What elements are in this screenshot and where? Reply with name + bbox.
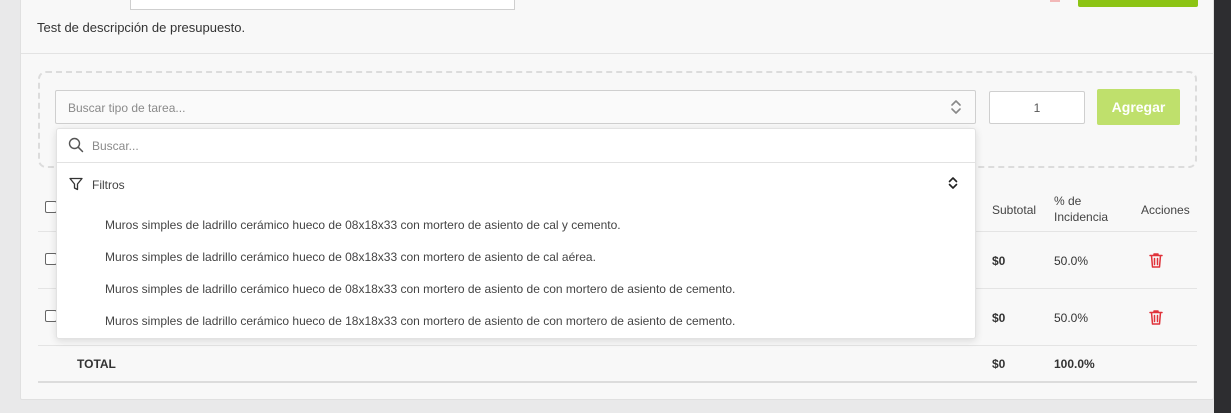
delete-icon[interactable] (1050, 0, 1060, 2)
trash-icon[interactable] (1147, 308, 1165, 326)
total-subtotal: $0 (992, 357, 1006, 371)
column-header-subtotal: Subtotal (992, 203, 1037, 217)
row-subtotal: $0 (992, 254, 1006, 268)
row-incidence: 50.0% (1054, 311, 1089, 325)
window-edge (1214, 0, 1231, 413)
trash-icon[interactable] (1147, 251, 1165, 269)
task-option[interactable]: Muros simples de ladrillo cerámico hueco… (105, 218, 621, 232)
column-header-actions: Acciones (1141, 203, 1190, 217)
task-type-dropdown: Buscar... Filtros Muros simples de ladri… (56, 128, 976, 339)
task-type-select[interactable]: Buscar tipo de tarea... (55, 90, 976, 124)
filter-icon (69, 177, 83, 191)
task-option[interactable]: Muros simples de ladrillo cerámico hueco… (105, 250, 596, 264)
total-incidence: 100.0% (1054, 357, 1095, 371)
table-row-divider (38, 345, 1197, 346)
dropdown-search-input[interactable]: Buscar... (92, 139, 139, 153)
table-bottom-border (38, 381, 1197, 383)
column-header-incidence-line2: Incidencia (1054, 210, 1109, 224)
column-header-incidence-line1: % de (1054, 194, 1082, 208)
quantity-input[interactable]: 1 (989, 91, 1085, 124)
budget-name-input[interactable] (130, 0, 515, 10)
add-button[interactable]: Agregar (1097, 89, 1180, 125)
filters-toggle[interactable]: Filtros (92, 178, 125, 192)
save-button[interactable] (1078, 0, 1198, 7)
divider (21, 53, 1213, 54)
dropdown-divider (57, 162, 975, 163)
search-icon (68, 137, 84, 153)
task-option[interactable]: Muros simples de ladrillo cerámico hueco… (105, 282, 735, 296)
row-subtotal: $0 (992, 311, 1006, 325)
task-option[interactable]: Muros simples de ladrillo cerámico hueco… (105, 314, 735, 328)
budget-description: Test de descripción de presupuesto. (37, 20, 246, 35)
total-label: TOTAL (77, 357, 116, 371)
row-incidence: 50.0% (1054, 254, 1089, 268)
chevron-updown-icon[interactable] (945, 175, 961, 191)
chevron-updown-icon (951, 100, 961, 114)
